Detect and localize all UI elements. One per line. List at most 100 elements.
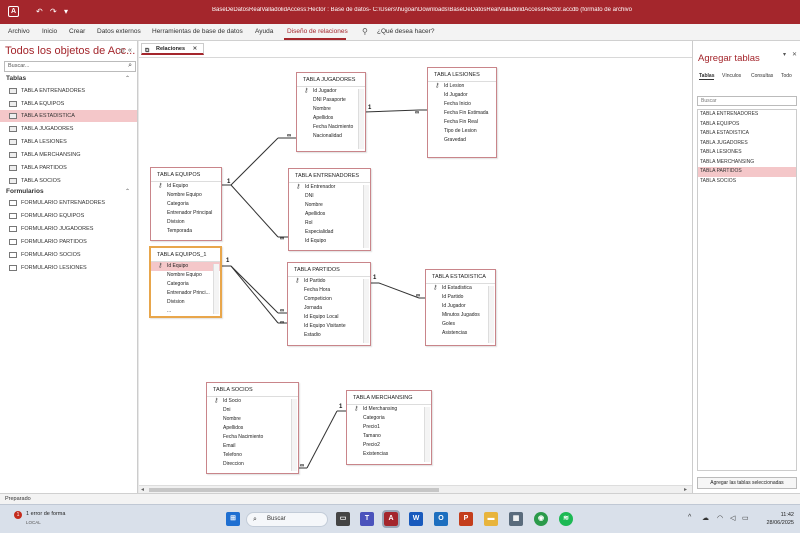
table-field[interactable]: Categoria — [151, 280, 220, 289]
table-field[interactable]: Precio1 — [347, 423, 431, 432]
tab-tablas[interactable]: Tablas — [699, 73, 715, 80]
table-field[interactable]: Fecha Inicio — [428, 100, 496, 109]
table-field[interactable]: Division — [151, 298, 220, 307]
table-title[interactable]: TABLA EQUIPOS — [151, 168, 221, 182]
tab-vinculos[interactable]: Vínculos — [722, 73, 741, 79]
field-scrollbar[interactable] — [358, 89, 364, 149]
table-field-key[interactable]: ⚷ Id Equipo — [151, 262, 220, 271]
table-field-key[interactable]: ⚷ Id Merchansing — [347, 405, 431, 414]
table-field[interactable]: Temporada — [151, 227, 221, 236]
table-field[interactable]: Estadio — [288, 331, 370, 340]
nav-item-tabla-jugadores[interactable]: TABLA JUGADORES — [0, 123, 137, 135]
table-title[interactable]: TABLA SOCIOS — [207, 383, 298, 397]
store-icon[interactable]: ▦ — [509, 512, 523, 526]
table-box-socios[interactable]: TABLA SOCIOS ⚷ Id Socio Dni Nombre Apelli… — [206, 382, 299, 474]
access-taskbar-icon[interactable]: A — [382, 510, 400, 528]
nav-menu-icon[interactable]: ⊙ — [119, 47, 125, 55]
table-field[interactable]: Especialidad — [289, 228, 370, 237]
add-tables-search-input[interactable]: Buscar — [697, 96, 797, 106]
table-field[interactable]: Email — [207, 442, 298, 451]
tab-todo[interactable]: Todo — [781, 73, 792, 79]
quick-access-dropdown-icon[interactable]: ▾ — [64, 6, 68, 17]
table-field[interactable]: DNI — [289, 192, 370, 201]
table-box-estadistica[interactable]: TABLA ESTADISTICA ⚷ Id Estadistica Id Par… — [425, 269, 496, 346]
pane-dropdown-icon[interactable]: ▾ — [783, 51, 786, 58]
table-field[interactable]: Nombre — [297, 105, 365, 114]
table-field[interactable]: Fecha Nacimiento — [207, 433, 298, 442]
table-field[interactable]: Entrenador Principal — [151, 209, 221, 218]
table-field[interactable]: Apellidos — [207, 424, 298, 433]
table-field[interactable]: Precio2 — [347, 441, 431, 450]
nav-item-tabla-lesiones[interactable]: TABLA LESIONES — [0, 136, 137, 148]
table-field[interactable]: Categoria — [347, 414, 431, 423]
scrollbar-thumb[interactable] — [149, 488, 439, 492]
add-selected-tables-button[interactable]: Agregar las tablas seleccionadas — [697, 477, 797, 489]
table-field[interactable]: Jornada — [288, 304, 370, 313]
teams-icon[interactable]: T — [360, 512, 374, 526]
redo-icon[interactable]: ↷ — [50, 6, 57, 17]
tab-relaciones[interactable]: ⧉ Relaciones ✕ — [141, 43, 205, 55]
nav-item-formulario-lesiones[interactable]: FORMULARIO LESIONES — [0, 262, 137, 274]
table-field-key[interactable]: ⚷ Id Lesion — [428, 82, 496, 91]
table-field[interactable]: Fecha Nacimiento — [297, 123, 365, 132]
nav-item-tabla-estadistica[interactable]: TABLA ESTADISTICA — [0, 110, 137, 122]
table-title[interactable]: TABLA MERCHANSING — [347, 391, 431, 405]
nav-item-formulario-socios[interactable]: FORMULARIO SOCIOS — [0, 249, 137, 261]
field-scrollbar[interactable] — [213, 264, 219, 314]
close-icon[interactable]: ✕ — [193, 46, 198, 52]
scroll-right-icon[interactable]: ▸ — [684, 486, 687, 493]
section-formularios[interactable]: Formularios ⌃ — [6, 188, 134, 195]
nav-item-tabla-merchansing[interactable]: TABLA MERCHANSING — [0, 149, 137, 161]
scroll-left-icon[interactable]: ◂ — [141, 486, 144, 493]
chevron-up-icon[interactable]: ^ — [688, 514, 691, 521]
list-item[interactable]: TABLA EQUIPOS — [698, 120, 796, 130]
table-title[interactable]: TABLA LESIONES — [428, 68, 496, 82]
cloud-icon[interactable]: ☁ — [702, 514, 709, 522]
table-field[interactable]: Tipo de Lesion — [428, 127, 496, 136]
table-field[interactable]: Nombre Equipo — [151, 271, 220, 280]
table-box-partidos[interactable]: TABLA PARTIDOS ⚷ Id Partido Fecha Hora Co… — [287, 262, 371, 346]
section-tablas[interactable]: Tablas ⌃ — [6, 75, 134, 82]
table-field-key[interactable]: ⚷ Id Jugador — [297, 87, 365, 96]
table-field[interactable]: Asistencias — [426, 329, 495, 338]
table-box-entrenadores[interactable]: TABLA ENTRENADORES ⚷ Id Entrenador DNI No… — [288, 168, 371, 251]
tell-me-search[interactable]: ¿Qué desea hacer? — [377, 28, 434, 35]
collapse-chevron-icon[interactable]: ⌃ — [125, 75, 130, 82]
file-explorer-icon[interactable]: ▬ — [484, 512, 498, 526]
table-field[interactable]: Entrenador Princi... — [151, 289, 220, 298]
table-field[interactable]: Apellidos — [289, 210, 370, 219]
field-scrollbar[interactable] — [424, 407, 430, 462]
table-field[interactable]: Nacionalidad — [297, 132, 365, 141]
table-field[interactable]: Division — [151, 218, 221, 227]
undo-icon[interactable]: ↶ — [36, 6, 43, 17]
table-box-jugadores[interactable]: TABLA JUGADORES ⚷ Id Jugador DNI Pasaport… — [296, 72, 366, 152]
list-item[interactable]: TABLA ESTADISTICA — [698, 129, 796, 139]
tab-herramientas-bd[interactable]: Herramientas de base de datos — [152, 28, 243, 35]
close-icon[interactable]: ✕ — [792, 51, 797, 58]
table-field-key[interactable]: ⚷ Id Equipo — [151, 182, 221, 191]
nav-item-tabla-entrenadores[interactable]: TABLA ENTRENADORES — [0, 85, 137, 97]
table-field[interactable]: Existencias — [347, 450, 431, 459]
table-field[interactable]: ... — [151, 307, 220, 316]
list-item[interactable]: TABLA SOCIOS — [698, 177, 796, 187]
battery-icon[interactable]: ▭ — [742, 514, 749, 522]
outlook-icon[interactable]: O — [434, 512, 448, 526]
nav-search-input[interactable]: Buscar... ⌕ — [4, 61, 136, 72]
table-field[interactable]: Direccion — [207, 460, 298, 469]
table-title[interactable]: TABLA ENTRENADORES — [289, 169, 370, 183]
table-field[interactable]: Nombre — [207, 415, 298, 424]
table-box-merchansing[interactable]: TABLA MERCHANSING ⚷ Id Merchansing Catego… — [346, 390, 432, 465]
table-title[interactable]: TABLA PARTIDOS — [288, 263, 370, 277]
field-scrollbar[interactable] — [291, 399, 297, 471]
word-icon[interactable]: W — [409, 512, 423, 526]
table-field[interactable]: Fecha Hora — [288, 286, 370, 295]
table-field[interactable]: Id Jugador — [426, 302, 495, 311]
field-scrollbar[interactable] — [488, 286, 494, 343]
tab-ayuda[interactable]: Ayuda — [255, 28, 273, 35]
collapse-chevron-icon[interactable]: ⌃ — [125, 188, 130, 195]
tab-datos-externos[interactable]: Datos externos — [97, 28, 141, 35]
table-title[interactable]: TABLA JUGADORES — [297, 73, 365, 87]
powerpoint-icon[interactable]: P — [459, 512, 473, 526]
nav-item-formulario-equipos[interactable]: FORMULARIO EQUIPOS — [0, 210, 137, 222]
table-field-key[interactable]: ⚷ Id Socio — [207, 397, 298, 406]
